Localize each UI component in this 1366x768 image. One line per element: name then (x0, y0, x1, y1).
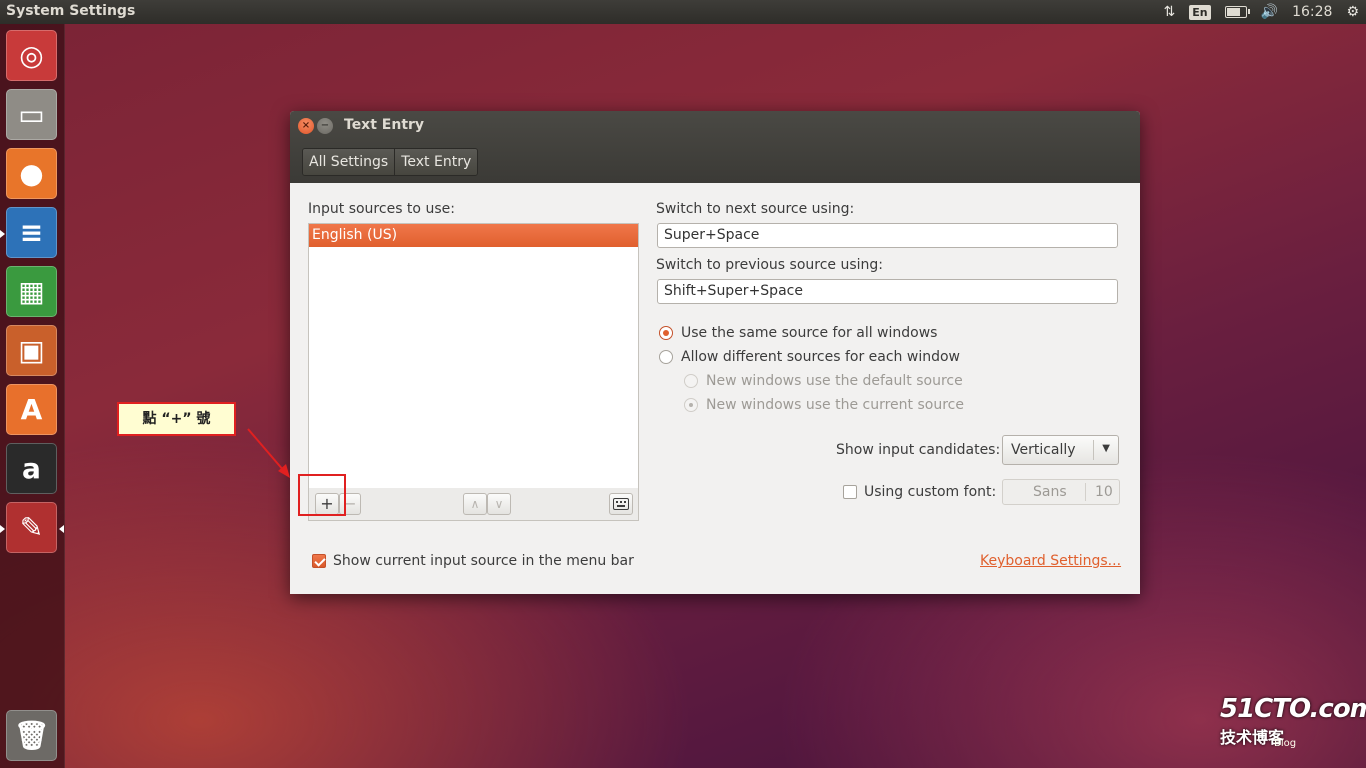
amazon-icon: a (22, 452, 41, 485)
custom-font-label[interactable]: Using custom font: (864, 484, 996, 500)
libreoffice-calc-icon: ▦ (18, 275, 45, 308)
minimize-icon[interactable]: − (317, 118, 333, 134)
different-sources-radio[interactable] (659, 350, 673, 364)
gear-icon[interactable]: ⚙ (1346, 4, 1359, 20)
launcher-item-files[interactable]: ▭ (6, 89, 57, 140)
chevron-down-icon: ▼ (1102, 443, 1110, 454)
launcher-item-amazon[interactable]: a (6, 443, 57, 494)
trash-icon: 🗑 (13, 719, 50, 752)
candidates-dropdown[interactable]: Vertically ▼ (1002, 435, 1119, 465)
custom-font-checkbox[interactable] (843, 485, 857, 499)
watermark: 51CTO.com 技术博客 Blog (1220, 694, 1366, 749)
custom-font-button[interactable]: Sans 10 (1002, 479, 1120, 505)
clock[interactable]: 16:28 (1292, 4, 1332, 20)
text-entry-window: × − Text Entry All Settings Text Entry I… (290, 111, 1140, 594)
default-source-radio[interactable] (684, 374, 698, 388)
show-in-menu-bar-label[interactable]: Show current input source in the menu ba… (333, 553, 634, 569)
running-indicator (0, 525, 5, 533)
prev-source-shortcut-field[interactable]: Shift+Super+Space (657, 279, 1118, 304)
app-title: System Settings (6, 3, 136, 19)
launcher-item-system-settings[interactable]: ✎ (6, 502, 57, 553)
launcher-item-firefox[interactable]: ● (6, 148, 57, 199)
font-size: 10 (1095, 484, 1113, 500)
top-panel: System Settings ⇅ En 🔊 16:28 ⚙ (0, 0, 1366, 24)
window-title: Text Entry (344, 117, 425, 133)
launcher-item-ubuntu-dash[interactable]: ◎ (6, 30, 57, 81)
different-sources-label[interactable]: Allow different sources for each window (681, 349, 960, 365)
battery-level (1226, 8, 1241, 16)
input-sources-toolbar: + − ∧ ∨ (308, 488, 639, 521)
launcher-item-libreoffice-writer[interactable]: ≡ (6, 207, 57, 258)
launcher-item-ubuntu-software-center[interactable]: A (6, 384, 57, 435)
system-settings-icon: ✎ (19, 511, 44, 544)
keyboard-language-indicator[interactable]: En (1189, 4, 1211, 20)
breadcrumb: All Settings Text Entry (302, 148, 479, 176)
ubuntu-software-center-icon: A (20, 393, 43, 426)
font-field-separator (1085, 483, 1086, 501)
next-source-shortcut-field[interactable]: Super+Space (657, 223, 1118, 248)
files-icon: ▭ (18, 98, 45, 131)
launcher: ◎ ▭ ● ≡ ▦ ▣ Aa ✎ 🗑 (0, 24, 65, 768)
annotation-note: 點 “+” 號 (117, 402, 236, 436)
prev-source-label: Switch to previous source using: (656, 257, 884, 273)
list-item[interactable]: English (US) (309, 224, 638, 247)
input-sources-list[interactable]: English (US) (308, 223, 639, 489)
dropdown-separator (1093, 440, 1094, 460)
window-titlebar[interactable]: × − Text Entry All Settings Text Entry (290, 111, 1140, 183)
firefox-icon: ● (19, 157, 44, 190)
keyboard-icon (613, 498, 629, 510)
font-name: Sans (1033, 484, 1067, 500)
same-source-radio[interactable] (659, 326, 673, 340)
next-source-label: Switch to next source using: (656, 201, 855, 217)
watermark-site: 51CTO.com (1220, 694, 1366, 724)
libreoffice-impress-icon: ▣ (18, 334, 45, 367)
current-source-radio[interactable] (684, 398, 698, 412)
volume-icon[interactable]: 🔊 (1261, 4, 1278, 20)
default-source-label: New windows use the default source (706, 373, 963, 389)
current-source-label: New windows use the current source (706, 397, 964, 413)
settings-content: Input sources to use: English (US) + − ∧… (290, 183, 1140, 594)
system-tray: ⇅ En 🔊 16:28 ⚙ (1157, 0, 1366, 24)
battery-icon[interactable] (1224, 6, 1250, 18)
candidates-label: Show input candidates: (836, 442, 1001, 458)
annotation-arrow (247, 428, 290, 478)
same-source-label[interactable]: Use the same source for all windows (681, 325, 937, 341)
launcher-item-libreoffice-calc[interactable]: ▦ (6, 266, 57, 317)
network-icon[interactable]: ⇅ (1164, 4, 1176, 20)
show-in-menu-bar-checkbox[interactable] (312, 554, 326, 568)
keyboard-layout-button[interactable] (609, 493, 633, 515)
candidates-value: Vertically (1011, 442, 1076, 458)
watermark-blog: Blog (1274, 738, 1297, 749)
move-down-button[interactable]: ∨ (487, 493, 511, 515)
breadcrumb-all-settings[interactable]: All Settings (303, 149, 395, 175)
breadcrumb-text-entry[interactable]: Text Entry (394, 149, 478, 175)
highlight-box (298, 474, 346, 516)
move-up-button[interactable]: ∧ (463, 493, 487, 515)
libreoffice-writer-icon: ≡ (19, 216, 44, 249)
launcher-item-trash[interactable]: 🗑 (6, 710, 57, 761)
input-sources-label: Input sources to use: (308, 201, 455, 217)
ubuntu-dash-icon: ◎ (19, 39, 44, 72)
focused-indicator (59, 525, 64, 533)
launcher-item-libreoffice-impress[interactable]: ▣ (6, 325, 57, 376)
running-indicator (0, 230, 5, 238)
close-icon[interactable]: × (298, 118, 314, 134)
keyboard-settings-link[interactable]: Keyboard Settings... (980, 553, 1121, 569)
